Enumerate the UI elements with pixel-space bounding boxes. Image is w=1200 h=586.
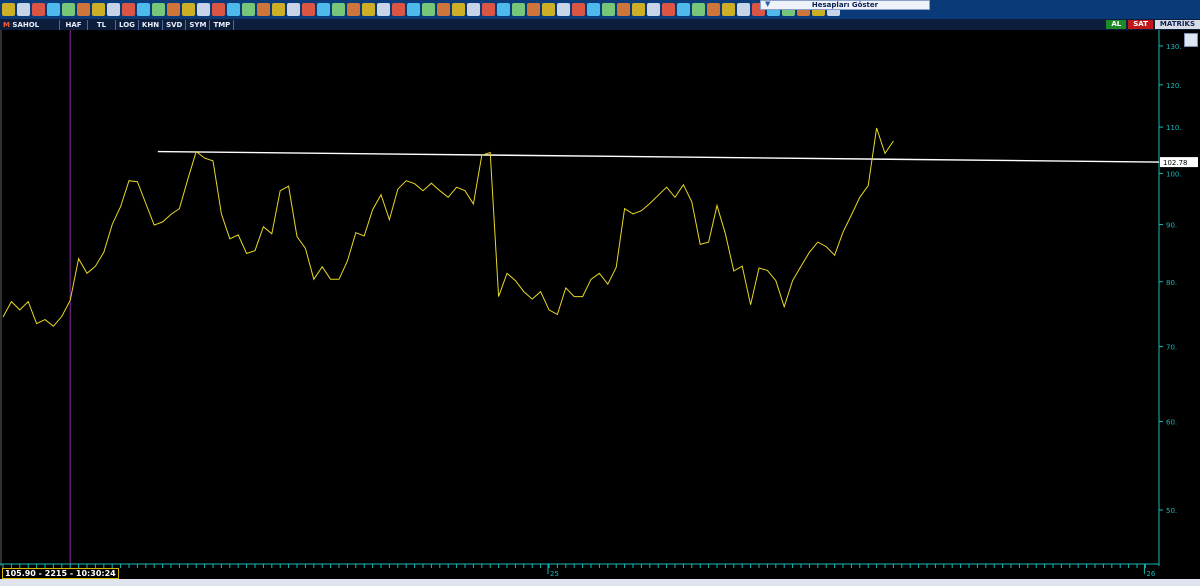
toolbar-tool-icon[interactable] xyxy=(92,3,105,16)
toolbar-tool-icon[interactable] xyxy=(692,3,705,16)
price-chart: 130. 120. 110. 100. 90. 80. 70. 60. 50. 102.78 25 2… xyxy=(0,30,1198,578)
toolbar-tool-icon[interactable] xyxy=(437,3,450,16)
toolbar-tool-icon[interactable] xyxy=(392,3,405,16)
toolbar-tool-icon[interactable] xyxy=(257,3,270,16)
matriks-tab[interactable]: MATRİKS xyxy=(1154,20,1200,29)
tab-sym[interactable]: SYM xyxy=(186,19,211,30)
y-tick-label: 100. xyxy=(1166,170,1182,178)
tab-tmp[interactable]: TMP xyxy=(210,19,235,30)
status-readout: 105.90 - 2215 - 10:30:24 xyxy=(2,568,119,579)
toolbar-tool-icon[interactable] xyxy=(317,3,330,16)
y-tick-label: 70. xyxy=(1166,344,1177,352)
sell-button[interactable]: SAT xyxy=(1128,20,1153,29)
toolbar-tool-icon[interactable] xyxy=(722,3,735,16)
toolbar-tool-icon[interactable] xyxy=(482,3,495,16)
x-tick-label: 25 xyxy=(550,570,559,578)
trend-line xyxy=(157,150,1160,163)
toolbar-tool-icon[interactable] xyxy=(557,3,570,16)
toolbar-tool-icon[interactable] xyxy=(632,3,645,16)
toolbar-tool-icon[interactable] xyxy=(122,3,135,16)
symbol-letter: M xyxy=(3,20,10,29)
chevron-down-icon: ▼ xyxy=(765,0,771,8)
toolbar-tool-icon[interactable] xyxy=(422,3,435,16)
toolbar-tool-icon[interactable] xyxy=(572,3,585,16)
buy-button[interactable]: AL xyxy=(1106,20,1127,29)
tab-khn[interactable]: KHN xyxy=(139,19,164,30)
y-tick-label: 130. xyxy=(1166,43,1182,51)
toolbar-tool-icon[interactable] xyxy=(527,3,540,16)
toolbar-tool-icon[interactable] xyxy=(227,3,240,16)
tab-haf[interactable]: HAF xyxy=(60,19,88,30)
toolbar-tool-icon[interactable] xyxy=(62,3,75,16)
toolbar-tool-icon[interactable] xyxy=(32,3,45,16)
toolbar-tool-icon[interactable] xyxy=(197,3,210,16)
toolbar-tool-icon[interactable] xyxy=(467,3,480,16)
y-tick-label: 90. xyxy=(1166,222,1177,230)
toolbar-tool-icon[interactable] xyxy=(242,3,255,16)
toolbar-tool-icon[interactable] xyxy=(212,3,225,16)
toolbar-tool-icon[interactable] xyxy=(647,3,660,16)
tab-svd[interactable]: SVD xyxy=(163,19,187,30)
toolbar-tool-icon[interactable] xyxy=(167,3,180,16)
toolbar-tool-icon[interactable] xyxy=(272,3,285,16)
symbol-name: SAHOL xyxy=(12,20,40,29)
toolbar-tool-icon[interactable] xyxy=(182,3,195,16)
toolbar-tool-icon[interactable] xyxy=(2,3,15,16)
toolbar-tool-icon[interactable] xyxy=(707,3,720,16)
toolbar-tool-icon[interactable] xyxy=(347,3,360,16)
toolbar-tool-icon[interactable] xyxy=(737,3,750,16)
toolbar-tool-icon[interactable] xyxy=(362,3,375,16)
arrow-left-icon[interactable] xyxy=(1184,33,1198,47)
toolbar-tool-icon[interactable] xyxy=(587,3,600,16)
x-tick-label: 26 xyxy=(1146,570,1155,578)
chart-tab-bar: M SAHOL HAF TL LOG KHN SVD SYM TMP xyxy=(0,19,1200,30)
y-tick-label: 50. xyxy=(1166,507,1177,515)
toolbar-tool-icon[interactable] xyxy=(107,3,120,16)
toolbar-tool-icon[interactable] xyxy=(602,3,615,16)
toolbar-tool-icon[interactable] xyxy=(407,3,420,16)
toolbar-tool-icon[interactable] xyxy=(17,3,30,16)
y-tick-label: 60. xyxy=(1166,418,1177,426)
hesaplari-goster-label: Hesapları Göster xyxy=(811,1,879,9)
hesaplari-goster-button[interactable]: ▼ Hesapları Göster xyxy=(760,0,930,10)
toolbar-tool-icon[interactable] xyxy=(377,3,390,16)
tab-log[interactable]: LOG xyxy=(116,19,139,30)
y-tick-label: 110. xyxy=(1166,124,1182,132)
toolbar-tool-icon[interactable] xyxy=(302,3,315,16)
toolbar-tool-icon[interactable] xyxy=(287,3,300,16)
toolbar-tool-icon[interactable] xyxy=(617,3,630,16)
toolbar-tool-icon[interactable] xyxy=(332,3,345,16)
toolbar-tool-icon[interactable] xyxy=(497,3,510,16)
toolbar-tool-icon[interactable] xyxy=(662,3,675,16)
toolbar-tool-icon[interactable] xyxy=(137,3,150,16)
trade-tabs: AL SAT MATRİKS xyxy=(1104,19,1200,30)
symbol-tab[interactable]: M SAHOL xyxy=(0,19,60,30)
horizontal-scrollbar[interactable] xyxy=(0,579,1200,586)
y-tick-label: 120. xyxy=(1166,82,1182,90)
toolbar-tool-icon[interactable] xyxy=(542,3,555,16)
y-tick-label: 80. xyxy=(1166,279,1177,287)
toolbar-tool-icon[interactable] xyxy=(677,3,690,16)
toolbar-tool-icon[interactable] xyxy=(512,3,525,16)
toolbar-tool-icon[interactable] xyxy=(77,3,90,16)
toolbar-tool-icon[interactable] xyxy=(47,3,60,16)
toolbar xyxy=(0,0,1200,19)
toolbar-tool-icon[interactable] xyxy=(452,3,465,16)
tab-tl[interactable]: TL xyxy=(88,19,116,30)
toolbar-tool-icon[interactable] xyxy=(152,3,165,16)
last-price-label: 102.78 xyxy=(1163,159,1188,167)
